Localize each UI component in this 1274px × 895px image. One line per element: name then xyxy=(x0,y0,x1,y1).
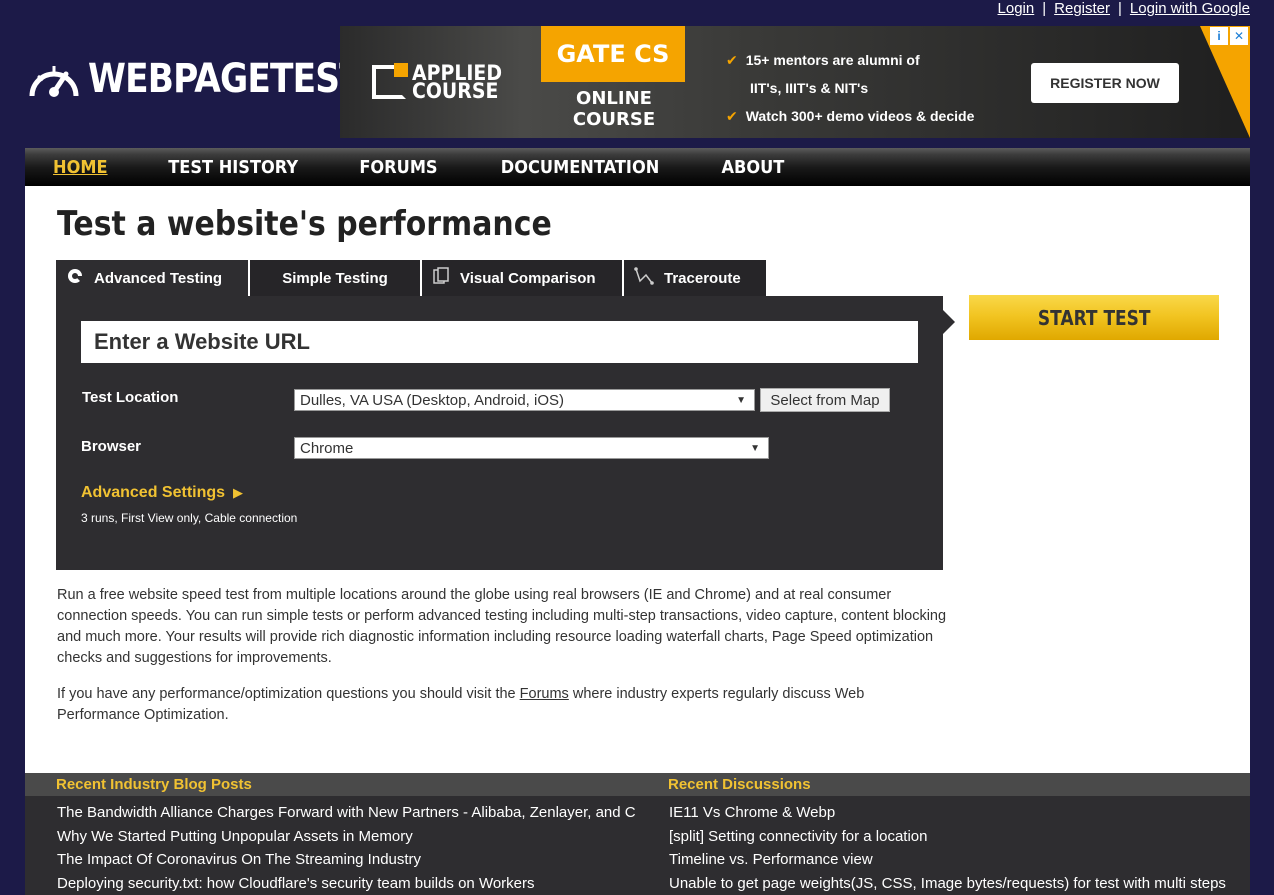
ad-points: ✔ 15+ mentors are alumni of IIT's, IIIT's… xyxy=(726,46,974,130)
list-item[interactable]: The Bandwidth Alliance Charges Forward w… xyxy=(57,801,637,825)
url-input[interactable] xyxy=(81,321,918,363)
list-item[interactable]: IE11 Vs Chrome & Webp xyxy=(669,801,1244,825)
discussions-list: IE11 Vs Chrome & Webp [split] Setting co… xyxy=(669,801,1244,895)
nav-forums[interactable]: FORUMS xyxy=(359,157,437,178)
main-nav: HOME TEST HISTORY FORUMS DOCUMENTATION A… xyxy=(25,148,1250,186)
trace-icon xyxy=(634,267,654,289)
forums-paragraph: If you have any performance/optimization… xyxy=(57,684,947,726)
advanced-settings-summary: 3 runs, First View only, Cable connectio… xyxy=(81,511,298,525)
ad-point: Watch 300+ demo videos & decide xyxy=(745,108,975,124)
auth-links: Login | Register | Login with Google xyxy=(998,0,1250,17)
triangle-right-icon: ▶ xyxy=(233,485,244,500)
ad-point: 15+ mentors are alumni of xyxy=(745,52,920,68)
tab-label: Simple Testing xyxy=(282,269,388,287)
ad-brand-logo: APPLIED COURSE xyxy=(372,63,512,103)
login-google-link[interactable]: Login with Google xyxy=(1130,0,1250,17)
gear-icon xyxy=(66,267,84,289)
chevron-down-icon: ▼ xyxy=(736,394,746,406)
start-test-button[interactable]: START TEST xyxy=(969,295,1219,340)
list-item[interactable]: Unable to get page weights(JS, CSS, Imag… xyxy=(669,872,1244,895)
discussions-heading: Recent Discussions xyxy=(668,776,811,793)
ad-subline: ONLINE COURSE xyxy=(572,88,656,130)
ad-headline: GATE CS xyxy=(541,26,685,82)
advanced-settings-toggle[interactable]: Advanced Settings ▶ xyxy=(81,484,243,502)
list-item[interactable]: Deploying security.txt: how Cloudflare's… xyxy=(57,872,637,895)
nav-test-history[interactable]: TEST HISTORY xyxy=(168,157,298,178)
description-paragraph: Run a free website speed test from multi… xyxy=(57,587,947,666)
section-header-bar: Recent Industry Blog Posts Recent Discus… xyxy=(25,773,1250,796)
test-location-select[interactable]: Dulles, VA USA (Desktop, Android, iOS) ▼ xyxy=(294,389,755,411)
register-link[interactable]: Register xyxy=(1054,0,1110,17)
ad-controls: i ✕ xyxy=(1210,27,1248,45)
ad-info-icon[interactable]: i xyxy=(1210,27,1228,45)
ad-register-button[interactable]: REGISTER NOW xyxy=(1031,63,1179,103)
forums-text-before: If you have any performance/optimization… xyxy=(57,686,520,702)
tab-traceroute[interactable]: Traceroute xyxy=(624,260,766,296)
forums-link[interactable]: Forums xyxy=(520,686,569,702)
nav-documentation[interactable]: DOCUMENTATION xyxy=(501,157,659,178)
advanced-settings-label: Advanced Settings xyxy=(81,484,226,501)
login-link[interactable]: Login xyxy=(998,0,1035,17)
test-location-label: Test Location xyxy=(82,389,179,406)
applied-course-logo-icon xyxy=(372,63,408,99)
check-icon: ✔ xyxy=(726,52,738,68)
test-location-value: Dulles, VA USA (Desktop, Android, iOS) xyxy=(300,391,565,409)
test-form-panel: Test Location Dulles, VA USA (Desktop, A… xyxy=(56,296,943,570)
tab-label: Advanced Testing xyxy=(94,269,223,287)
main-content: Test a website's performance Advanced Te… xyxy=(25,186,1250,773)
select-from-map-button[interactable]: Select from Map xyxy=(760,388,890,412)
tab-advanced-testing[interactable]: Advanced Testing xyxy=(56,260,250,296)
browser-select[interactable]: Chrome ▼ xyxy=(294,437,769,459)
panel-pointer-arrow xyxy=(943,310,955,334)
test-tabs: Advanced Testing Simple Testing Visual C… xyxy=(56,260,766,296)
blog-posts-list: The Bandwidth Alliance Charges Forward w… xyxy=(57,801,637,895)
document-icon xyxy=(432,267,450,289)
ad-point: IIT's, IIIT's & NIT's xyxy=(750,80,869,96)
nav-home[interactable]: HOME xyxy=(53,157,108,178)
blog-posts-heading: Recent Industry Blog Posts xyxy=(56,776,252,793)
tab-simple-testing[interactable]: Simple Testing xyxy=(250,260,422,296)
ad-close-icon[interactable]: ✕ xyxy=(1230,27,1248,45)
check-icon: ✔ xyxy=(726,108,738,124)
speedometer-icon xyxy=(29,66,79,97)
auth-separator: | xyxy=(1042,0,1047,17)
list-item[interactable]: [split] Setting connectivity for a locat… xyxy=(669,825,1244,849)
page-title: Test a website's performance xyxy=(57,204,552,244)
list-item[interactable]: Timeline vs. Performance view xyxy=(669,848,1244,872)
chevron-down-icon: ▼ xyxy=(750,442,760,454)
nav-about[interactable]: ABOUT xyxy=(721,157,784,178)
list-item[interactable]: The Impact Of Coronavirus On The Streami… xyxy=(57,848,637,872)
list-item[interactable]: Why We Started Putting Unpopular Assets … xyxy=(57,825,637,849)
browser-value: Chrome xyxy=(300,439,354,457)
tab-label: Visual Comparison xyxy=(460,269,596,287)
browser-label: Browser xyxy=(81,438,142,455)
logo-text: WEBPAGETEST xyxy=(88,56,363,102)
ad-brand-line2: COURSE xyxy=(412,79,499,103)
ad-banner[interactable]: APPLIED COURSE GATE CS ONLINE COURSE ✔ 15+… xyxy=(340,26,1250,138)
tab-label: Traceroute xyxy=(664,269,741,287)
recent-posts-section: Recent Industry Blog Posts Recent Discus… xyxy=(25,773,1250,895)
start-test-label: START TEST xyxy=(1037,305,1151,330)
auth-separator: | xyxy=(1118,0,1122,17)
tab-visual-comparison[interactable]: Visual Comparison xyxy=(422,260,624,296)
